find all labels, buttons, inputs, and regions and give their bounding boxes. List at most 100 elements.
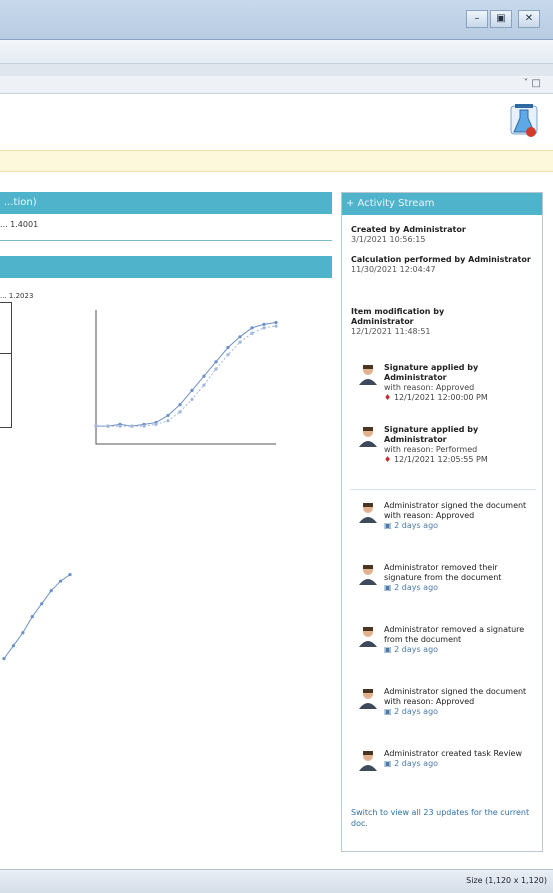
- document-icon: ▣: [384, 707, 395, 716]
- feed-item[interactable]: Administrator removed their signature fr…: [384, 563, 534, 593]
- feed-text: Administrator created task Review: [384, 749, 523, 758]
- event-date: 12/1/2021 11:48:51: [351, 327, 431, 336]
- feed-text: Administrator signed the document with r…: [384, 687, 527, 706]
- toolbar-strip: [0, 40, 553, 64]
- series-line: [96, 325, 277, 427]
- data-point: [202, 374, 206, 378]
- activity-stream-panel: + Activity Stream Created by Administrat…: [341, 192, 543, 852]
- data-point: [238, 335, 242, 339]
- panel-divider: [0, 240, 332, 241]
- signature-meaning: with reason: Approved: [384, 383, 475, 392]
- feed-item[interactable]: Administrator created task Review ▣ 2 day…: [384, 749, 534, 769]
- activity-event: Created by Administrator 3/1/2021 10:56:…: [351, 225, 466, 245]
- signature-title: Signature applied by: [384, 363, 479, 372]
- signature-pin-icon: ♦: [384, 455, 394, 464]
- data-point: [130, 424, 134, 428]
- page-header: [0, 94, 553, 150]
- event-date: 3/1/2021 10:56:15: [351, 235, 426, 244]
- growth-curve-chart: [94, 310, 278, 445]
- results-table-fragment: [0, 302, 12, 428]
- series-line: [96, 322, 277, 427]
- feed-text: Administrator removed their signature fr…: [384, 563, 502, 582]
- user-avatar-icon: [359, 503, 377, 523]
- activity-event: Item modification by Administrator 12/1/…: [351, 307, 501, 337]
- main-panel-header: ...tion): [0, 192, 332, 214]
- signature-user: Administrator: [384, 435, 447, 444]
- view-all-updates-link[interactable]: Switch to view all 23 updates for the cu…: [351, 807, 537, 829]
- user-avatar-icon: [359, 627, 377, 647]
- document-icon: ▣: [384, 583, 395, 592]
- feed-time: ▣ 2 days ago: [384, 759, 439, 768]
- feed-text: Administrator removed a signature from t…: [384, 625, 525, 644]
- document-icon: ▣: [384, 645, 395, 654]
- signature-pin-icon: ♦: [384, 393, 394, 402]
- data-point: [2, 657, 6, 661]
- data-point: [11, 644, 16, 648]
- event-label: Created by Administrator: [351, 225, 466, 234]
- data-point: [49, 589, 53, 593]
- feed-item[interactable]: Administrator removed a signature from t…: [384, 625, 534, 655]
- user-avatar-icon: [359, 751, 377, 771]
- data-point: [166, 419, 170, 423]
- event-label: Calculation performed by Administrator: [351, 255, 531, 264]
- data-point: [68, 573, 72, 577]
- signature-user: Administrator: [384, 373, 447, 382]
- window-titlebar: – ▣ ✕: [0, 0, 553, 40]
- data-point: [178, 403, 182, 407]
- data-point: [166, 413, 170, 418]
- data-point: [226, 353, 230, 357]
- data-point: [262, 326, 266, 330]
- feed-item[interactable]: Administrator signed the document with r…: [384, 687, 534, 717]
- data-point: [250, 331, 254, 335]
- minimize-button[interactable]: –: [466, 10, 488, 28]
- document-subbar: ˅ □: [0, 76, 553, 94]
- data-point: [274, 320, 278, 325]
- document-icon: ▣: [384, 521, 395, 530]
- feed-time: ▣ 2 days ago: [384, 583, 439, 592]
- feed-separator: [350, 489, 536, 490]
- data-point: [40, 602, 44, 606]
- user-avatar-icon: [359, 689, 377, 709]
- data-point: [214, 367, 218, 371]
- data-point: [238, 340, 242, 344]
- data-point: [21, 631, 25, 635]
- data-point: [58, 579, 63, 583]
- event-label: Item modification by Administrator: [351, 307, 445, 326]
- data-point: [202, 383, 206, 387]
- data-point: [274, 324, 278, 328]
- lower-curve-chart: [2, 573, 72, 661]
- feed-time: ▣ 2 days ago: [384, 707, 439, 716]
- signature-date: ♦ 12/1/2021 12:00:00 PM: [384, 393, 488, 402]
- data-point: [94, 424, 98, 428]
- data-point: [214, 360, 218, 364]
- data-point: [190, 397, 194, 401]
- data-point: [106, 424, 110, 428]
- collapse-icon[interactable]: ˅ □: [523, 78, 541, 89]
- maximize-button[interactable]: ▣: [490, 10, 512, 28]
- data-point: [30, 615, 34, 619]
- image-size-status: Size (1,120 x 1,120): [466, 876, 547, 885]
- activity-stream-header[interactable]: + Activity Stream: [342, 193, 542, 215]
- status-bar: Size (1,120 x 1,120): [0, 869, 553, 893]
- activity-event: Calculation performed by Administrator 1…: [351, 255, 531, 275]
- data-point: [142, 424, 146, 428]
- feed-time: ▣ 2 days ago: [384, 521, 439, 530]
- signature-meaning: with reason: Performed: [384, 445, 478, 454]
- data-point: [154, 422, 158, 426]
- data-point: [250, 326, 254, 330]
- document-icon: ▣: [384, 759, 395, 768]
- data-point: [190, 388, 194, 392]
- feed-time: ▣ 2 days ago: [384, 645, 439, 654]
- signature-entry: Signature applied by Administrator with …: [384, 363, 534, 403]
- user-avatar-icon: [359, 365, 377, 385]
- document-page: ...tion) ... 1.4001 ... 1.2023 + Activit…: [0, 94, 553, 869]
- feed-item[interactable]: Administrator signed the document with r…: [384, 501, 534, 531]
- data-point: [226, 345, 230, 350]
- notice-bar: [0, 150, 553, 172]
- data-point: [178, 410, 182, 414]
- close-button[interactable]: ✕: [518, 10, 540, 28]
- main-panel-info: ... 1.4001: [0, 220, 39, 229]
- signature-entry: Signature applied by Administrator with …: [384, 425, 534, 465]
- feed-text: Administrator signed the document with r…: [384, 501, 527, 520]
- signature-date: ♦ 12/1/2021 12:05:55 PM: [384, 455, 488, 464]
